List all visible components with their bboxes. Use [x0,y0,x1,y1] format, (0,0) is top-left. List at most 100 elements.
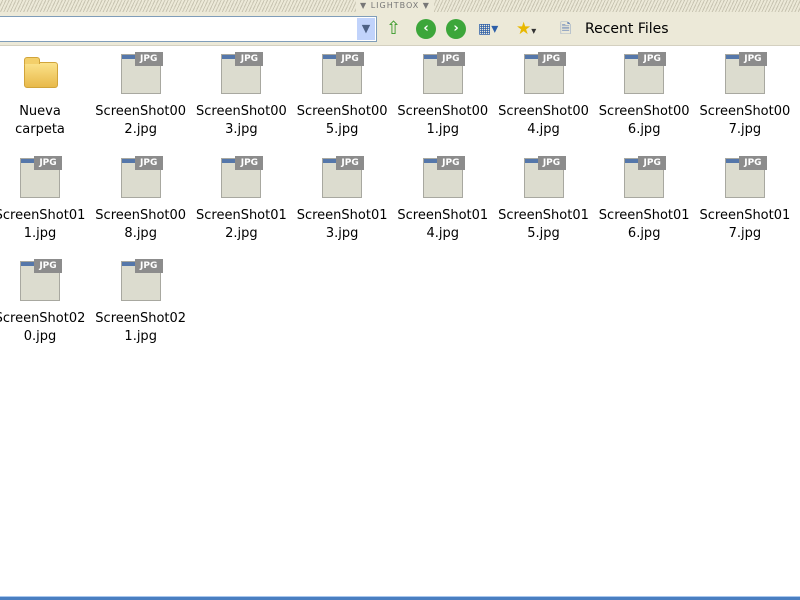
file-name: ScreenShot00 1.jpg [393,103,493,139]
file-name: ScreenShot01 2.jpg [191,207,291,243]
file-name-line2: 3.jpg [325,225,359,241]
file-name-line1: ScreenShot01 [397,207,489,223]
file-name-line1: ScreenShot02 [95,311,187,326]
file-item[interactable]: JPG ScreenShot01 5.jpg [494,154,594,243]
file-name-line1: ScreenShot01 [196,207,287,223]
jpg-badge: JPG [638,52,667,66]
file-name-line2: 7.jpg [728,225,762,241]
jpg-badge: JPG [34,155,62,170]
file-name: ScreenShot01 5.jpg [494,207,594,243]
jpg-badge: JPG [134,52,163,66]
file-name-line1: ScreenShot00 [699,104,791,119]
folder-icon [24,57,58,88]
pane-grip[interactable]: ▼ LIGHTBOX ▼ [0,0,800,12]
file-name: ScreenShot00 4.jpg [494,103,594,139]
file-item[interactable]: JPG ScreenShot00 2.jpg [91,50,191,139]
file-item[interactable]: JPG ScreenShot01 4.jpg [393,154,493,243]
jpg-badge: JPG [134,259,163,273]
file-name-line1: ScreenShot00 [397,104,489,119]
file-name-line1: ScreenShot00 [598,104,690,119]
file-item[interactable]: JPG ScreenShot00 4.jpg [494,50,594,139]
file-name: ScreenShot00 8.jpg [91,207,191,243]
toolbar: ▼ ⇧ ‹ › ▦▾ ★▾ 🗎 Recent Files [0,12,800,46]
file-item[interactable]: JPG ScreenShot00 6.jpg [594,50,694,139]
pane-title-text: LIGHTBOX [370,1,420,10]
file-item[interactable]: JPG ScreenShot02 0.jpg [0,257,90,346]
file-name-line1: ScreenShot00 [95,207,187,223]
file-name: Nueva carpeta [0,103,90,139]
file-item[interactable]: JPG ScreenShot01 6.jpg [594,154,694,243]
jpg-badge: JPG [336,52,365,66]
file-name-line2: 6.jpg [627,225,661,241]
file-name-line1: ScreenShot02 [0,311,86,326]
path-input[interactable]: ▼ [0,16,377,42]
file-item[interactable]: JPG ScreenShot00 5.jpg [292,50,392,139]
recent-files-button[interactable]: Recent Files [585,19,669,39]
file-item[interactable]: JPG ScreenShot00 8.jpg [91,154,191,243]
file-name: ScreenShot01 6.jpg [594,207,694,243]
jpg-badge: JPG [235,52,264,66]
file-name-line2: 2.jpg [225,225,258,241]
view-mode-icon[interactable]: ▦▾ [478,19,498,39]
file-name-line1: ScreenShot01 [598,207,690,223]
pane-title[interactable]: ▼ LIGHTBOX ▼ [356,0,434,12]
bottom-border [0,596,800,600]
file-name-line2: 7.jpg [728,122,762,137]
file-name: ScreenShot00 2.jpg [91,103,191,139]
file-name-line2: 0.jpg [23,329,57,344]
file-name-line2: 1.jpg [124,329,157,344]
file-name: ScreenShot00 6.jpg [594,103,694,139]
file-item[interactable]: JPG ScreenShot01 1.jpg [0,154,90,243]
back-icon[interactable]: ‹ [416,19,436,39]
file-name: ScreenShot00 3.jpg [191,103,291,139]
jpg-badge: JPG [235,155,264,170]
jpg-badge: JPG [336,155,365,170]
recent-files-icon[interactable]: 🗎 [560,19,571,39]
file-name-line2: 6.jpg [627,122,661,137]
file-name-line2: 2.jpg [124,122,157,137]
file-name: ScreenShot01 7.jpg [695,207,795,243]
file-name-line2: 5.jpg [527,225,560,241]
file-name-line1: ScreenShot00 [196,104,287,119]
file-name: ScreenShot01 1.jpg [0,207,90,243]
forward-icon[interactable]: › [446,19,466,39]
jpg-badge: JPG [436,155,465,170]
file-item[interactable]: JPG ScreenShot00 3.jpg [191,50,291,139]
file-name-line2: 5.jpg [325,122,359,137]
file-item[interactable]: JPG ScreenShot01 2.jpg [191,154,291,243]
file-name-line2: 8.jpg [124,225,157,241]
jpg-badge: JPG [537,155,566,170]
file-name-line1: ScreenShot01 [296,207,388,223]
up-folder-icon[interactable]: ⇧ [386,19,401,39]
file-name: ScreenShot00 7.jpg [695,103,795,139]
chevron-down-icon[interactable]: ▼ [357,18,375,40]
file-name-line2: 4.jpg [527,122,560,137]
folder-item[interactable]: Nueva carpeta [0,50,90,139]
file-item[interactable]: JPG ScreenShot01 7.jpg [695,154,795,243]
file-name-line2: 1.jpg [426,122,460,137]
file-name: ScreenShot01 4.jpg [393,207,493,243]
jpg-badge: JPG [638,155,667,170]
file-name: ScreenShot02 0.jpg [0,310,90,346]
file-name-line1: ScreenShot00 [296,104,388,119]
file-name: ScreenShot00 5.jpg [292,103,392,139]
jpg-badge: JPG [738,52,767,66]
file-item[interactable]: JPG ScreenShot01 3.jpg [292,154,392,243]
file-name-line2: carpeta [15,122,65,137]
file-name: ScreenShot01 3.jpg [292,207,392,243]
file-item[interactable]: JPG ScreenShot00 7.jpg [695,50,795,139]
file-name-line2: 4.jpg [426,225,460,241]
jpg-badge: JPG [537,52,566,66]
star-favorites-icon[interactable]: ★▾ [516,19,536,39]
file-name-line1: ScreenShot01 [699,207,791,223]
file-item[interactable]: JPG ScreenShot02 1.jpg [91,257,191,346]
file-name-line2: 1.jpg [23,225,57,241]
file-name-line1: ScreenShot00 [95,104,187,119]
file-name-line2: 3.jpg [225,122,258,137]
file-item[interactable]: JPG ScreenShot00 1.jpg [393,50,493,139]
file-name-line1: Nueva [19,104,61,119]
file-name-line1: ScreenShot00 [498,104,589,119]
jpg-badge: JPG [34,259,62,273]
jpg-badge: JPG [134,155,163,170]
file-name-line1: ScreenShot01 [0,207,86,223]
